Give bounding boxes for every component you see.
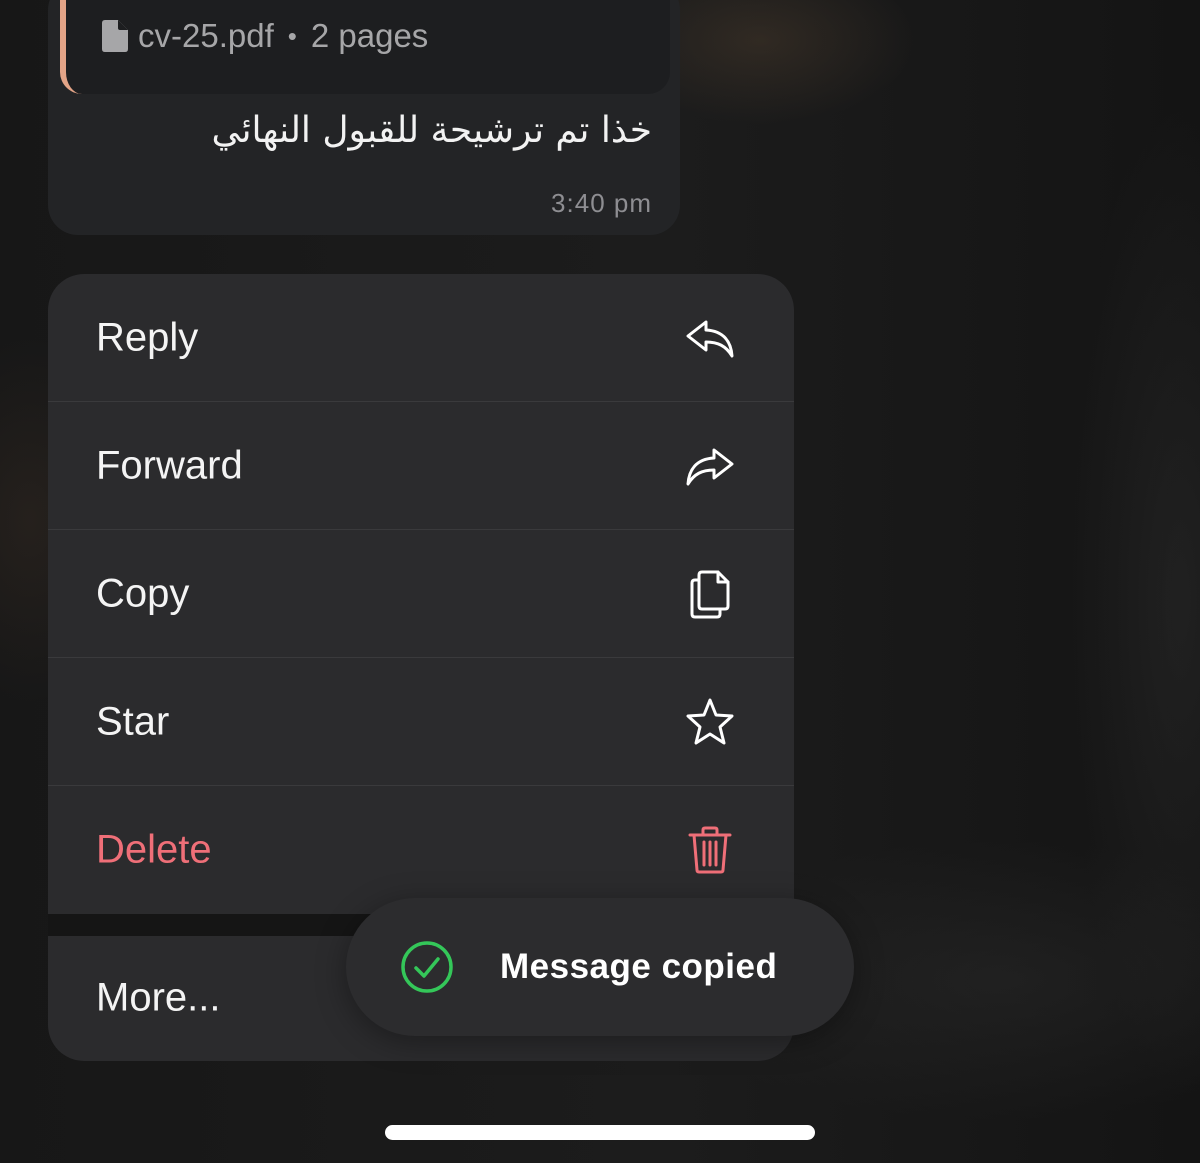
menu-actions-group: Reply Forward Copy Star Delete <box>48 274 794 914</box>
attachment-page-count: 2 pages <box>310 17 429 54</box>
attachment-separator: • <box>287 20 297 51</box>
menu-item-label: More... <box>96 975 221 1020</box>
menu-item-label: Star <box>96 699 170 743</box>
copy-icon <box>690 570 730 618</box>
document-icon <box>102 20 128 52</box>
menu-item-label: Copy <box>96 571 190 615</box>
forward-icon <box>686 448 734 485</box>
attachment-info: cv-25.pdf • 2 pages <box>102 16 428 56</box>
menu-item-label: Forward <box>96 443 243 487</box>
menu-item-label: Reply <box>96 315 199 359</box>
message-bubble[interactable]: cv-25.pdf • 2 pages خذا تم ترشيحة للقبول… <box>48 0 680 235</box>
menu-item-star[interactable]: Star <box>48 658 794 786</box>
attachment-file-name: cv-25.pdf <box>138 17 274 54</box>
menu-item-copy[interactable]: Copy <box>48 530 794 658</box>
message-copied-toast: Message copied <box>346 898 854 1036</box>
menu-item-reply[interactable]: Reply <box>48 274 794 402</box>
message-timestamp: 3:40 pm <box>551 188 652 218</box>
star-icon <box>686 698 734 744</box>
trash-icon <box>688 826 732 874</box>
home-indicator[interactable] <box>385 1125 815 1140</box>
menu-item-label: Delete <box>96 827 212 872</box>
pdf-attachment[interactable]: cv-25.pdf • 2 pages <box>60 0 670 94</box>
menu-item-delete[interactable]: Delete <box>48 786 794 914</box>
check-circle-icon <box>401 941 453 993</box>
toast-text: Message copied <box>500 947 778 986</box>
menu-item-forward[interactable]: Forward <box>48 402 794 530</box>
message-text: خذا تم ترشيحة للقبول النهائي <box>211 110 653 151</box>
reply-icon <box>686 320 734 357</box>
